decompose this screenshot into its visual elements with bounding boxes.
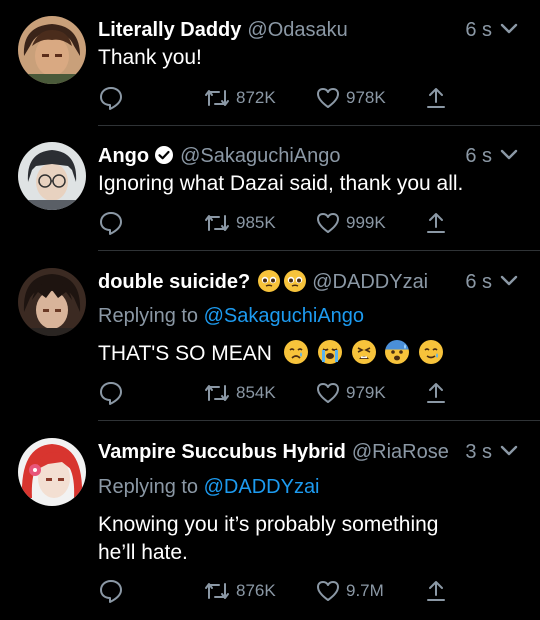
chevron-down-icon[interactable] (500, 148, 518, 167)
like-count: 979K (346, 383, 386, 402)
share-icon (427, 213, 445, 233)
like-button[interactable]: 9.7M (316, 577, 384, 605)
smiling-face-with-tear-icon (419, 340, 444, 364)
user-handle[interactable]: @DADDYzai (312, 271, 428, 293)
heart-icon (317, 383, 339, 403)
replying-to-label: Replying to (98, 305, 199, 327)
divider (98, 420, 540, 421)
display-name[interactable]: Vampire Succubus Hybrid (98, 441, 346, 463)
reply-icon (100, 87, 122, 110)
avatar[interactable] (18, 268, 86, 336)
retweet-icon (205, 385, 229, 401)
reply-button[interactable] (98, 379, 124, 407)
chevron-down-icon[interactable] (500, 444, 518, 463)
reply-icon (100, 580, 122, 603)
timestamp[interactable]: 6 s (465, 16, 492, 44)
display-name[interactable]: Literally Daddy (98, 19, 241, 41)
divider (98, 125, 540, 126)
replying-to-label: Replying to (98, 476, 199, 498)
avatar[interactable] (18, 438, 86, 506)
share-button[interactable] (425, 84, 447, 112)
user-handle[interactable]: @RiaRose (352, 441, 449, 463)
reply-icon (100, 382, 122, 405)
share-icon (427, 383, 445, 403)
heart-icon (317, 213, 339, 233)
display-name[interactable]: Ango (98, 145, 149, 167)
retweet-button[interactable]: 985K (204, 209, 276, 237)
tweet-text-line: he’ll hate. (98, 541, 188, 564)
tweet-text: Knowing you it’s probably something he’l… (98, 511, 438, 567)
retweet-icon (205, 90, 229, 106)
reply-button[interactable] (98, 84, 124, 112)
like-button[interactable]: 999K (316, 209, 386, 237)
replying-to: Replying to @DADDYzai (98, 473, 320, 501)
retweet-count: 872K (236, 88, 276, 107)
chevron-down-icon[interactable] (500, 22, 518, 41)
timestamp[interactable]: 3 s (465, 438, 492, 466)
tweet-text-row: THAT'S SO MEAN (98, 340, 444, 368)
tweet-text: Thank you! (98, 46, 202, 69)
tired-face-icon (351, 340, 376, 364)
reply-button[interactable] (98, 209, 124, 237)
share-icon (427, 88, 445, 108)
retweet-button[interactable]: 854K (204, 379, 276, 407)
tweet-actions: 872K 978K (0, 84, 540, 112)
tweet-header: double suicide? @DADDYzai (98, 268, 428, 296)
loudly-crying-face-icon (317, 340, 342, 364)
timestamp[interactable]: 6 s (465, 142, 492, 170)
avatar[interactable] (18, 16, 86, 84)
tweet-text: Ignoring what Dazai said, thank you all. (98, 172, 464, 195)
retweet-count: 985K (236, 213, 276, 232)
tweet-header: Vampire Succubus Hybrid @RiaRose (98, 438, 449, 466)
retweet-count: 854K (236, 383, 276, 402)
like-button[interactable]: 978K (316, 84, 386, 112)
tweet-actions: 985K 999K (0, 209, 540, 237)
heart-icon (317, 581, 339, 601)
retweet-button[interactable]: 872K (204, 84, 276, 112)
like-count: 999K (346, 213, 386, 232)
share-button[interactable] (425, 209, 447, 237)
reply-button[interactable] (98, 577, 124, 605)
anxious-face-with-sweat-icon (385, 340, 410, 364)
replying-to: Replying to @SakaguchiAngo (98, 302, 364, 330)
user-handle[interactable]: @Odasaku (247, 19, 347, 41)
retweet-button[interactable]: 876K (204, 577, 276, 605)
like-count: 978K (346, 88, 386, 107)
like-button[interactable]: 979K (316, 379, 386, 407)
divider (98, 250, 540, 251)
display-name[interactable]: double suicide? (98, 271, 250, 293)
heart-icon (317, 88, 339, 108)
retweet-count: 876K (236, 581, 276, 600)
timestamp[interactable]: 6 s (465, 268, 492, 296)
share-button[interactable] (425, 379, 447, 407)
chevron-down-icon[interactable] (500, 274, 518, 293)
share-button[interactable] (425, 577, 447, 605)
crying-face-icon (283, 340, 308, 364)
pleading-face-icon (258, 270, 281, 292)
pleading-face-icon (284, 270, 307, 292)
replying-to-link[interactable]: @DADDYzai (204, 476, 320, 498)
tweet-actions: 876K 9.7M (0, 577, 540, 605)
avatar[interactable] (18, 142, 86, 210)
tweet-text-line: Knowing you it’s probably something (98, 513, 439, 536)
tweet-header: Ango @SakaguchiAngo (98, 142, 341, 170)
retweet-icon (205, 215, 229, 231)
verified-icon (154, 145, 174, 173)
user-handle[interactable]: @SakaguchiAngo (180, 145, 340, 167)
reply-icon (100, 212, 122, 235)
share-icon (427, 581, 445, 601)
tweet-actions: 854K 979K (0, 379, 540, 407)
tweet-header: Literally Daddy @Odasaku (98, 16, 348, 44)
tweet-text: THAT'S SO MEAN (98, 342, 272, 365)
like-count: 9.7M (346, 581, 384, 600)
replying-to-link[interactable]: @SakaguchiAngo (204, 305, 364, 327)
retweet-icon (205, 583, 229, 599)
